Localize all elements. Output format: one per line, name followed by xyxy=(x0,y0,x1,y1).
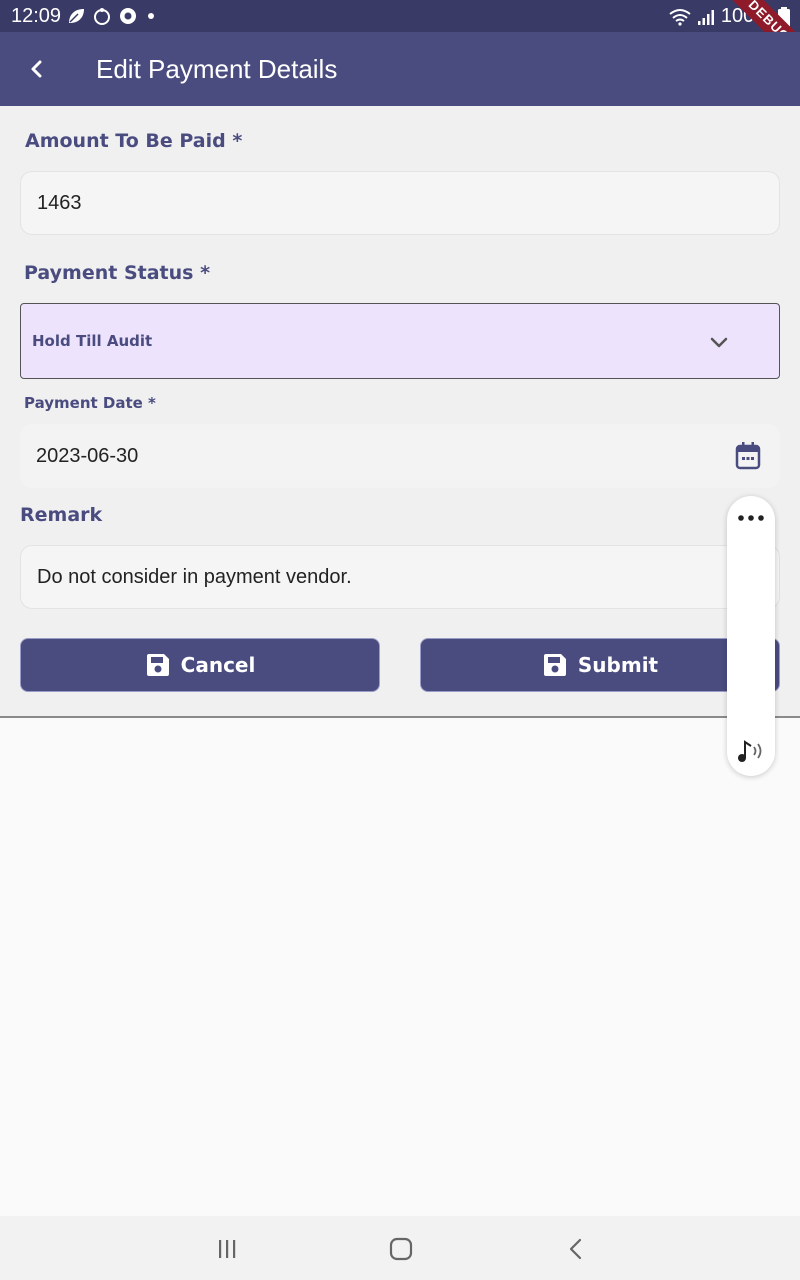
wifi-icon xyxy=(669,8,691,26)
leaf-icon xyxy=(69,9,84,23)
notification-icons xyxy=(66,6,158,26)
amount-label: Amount To Be Paid * xyxy=(25,130,243,152)
back-button[interactable] xyxy=(20,52,54,86)
amount-value: 1463 xyxy=(37,191,82,214)
payment-date-value: 2023-06-30 xyxy=(36,444,139,467)
recent-apps-button[interactable] xyxy=(207,1234,247,1264)
recent-apps-icon xyxy=(219,1240,236,1258)
cancel-label: Cancel xyxy=(180,653,256,677)
payment-status-dropdown[interactable]: Hold Till Audit xyxy=(20,303,780,379)
home-button[interactable] xyxy=(381,1234,421,1264)
amount-field[interactable]: 1463 xyxy=(20,171,780,235)
back-icon xyxy=(569,1238,582,1260)
arrow-back-icon xyxy=(31,60,42,78)
payment-status-label: Payment Status * xyxy=(24,262,211,284)
status-bar: 12:09 100% DEBUG xyxy=(0,0,800,75)
save-icon xyxy=(146,654,169,676)
chrome-icon xyxy=(120,8,136,24)
floating-side-panel[interactable] xyxy=(727,496,775,776)
home-icon xyxy=(389,1237,413,1261)
chevron-down-icon xyxy=(710,337,728,348)
baby-icon xyxy=(94,8,110,25)
submit-button[interactable]: Submit xyxy=(420,638,780,692)
cancel-button[interactable]: Cancel xyxy=(20,638,380,692)
page-title: Edit Payment Details xyxy=(96,54,338,84)
payment-date-label: Payment Date * xyxy=(24,394,156,412)
save-icon xyxy=(543,654,566,676)
payment-status-value: Hold Till Audit xyxy=(32,332,153,350)
calendar-icon[interactable] xyxy=(734,441,762,471)
back-nav-button[interactable] xyxy=(556,1234,596,1264)
submit-label: Submit xyxy=(577,653,659,677)
remark-value: Do not consider in payment vendor. xyxy=(37,565,352,588)
app-bar: Edit Payment Details xyxy=(0,32,800,106)
payment-date-field[interactable]: 2023-06-30 xyxy=(20,424,780,488)
audio-icon[interactable] xyxy=(735,738,767,764)
more-horiz-icon[interactable] xyxy=(737,514,765,522)
system-nav-bar xyxy=(0,1216,800,1280)
remark-label: Remark xyxy=(20,504,103,526)
dot-icon xyxy=(148,13,154,19)
status-time: 12:09 xyxy=(11,5,62,27)
remark-field[interactable]: Do not consider in payment vendor. xyxy=(20,545,780,609)
payment-form: Amount To Be Paid * 1463 Payment Status … xyxy=(0,106,800,718)
